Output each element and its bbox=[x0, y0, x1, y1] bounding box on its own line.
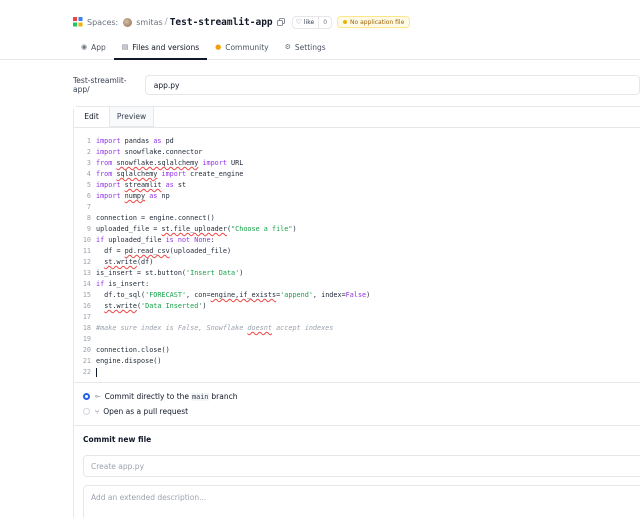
spaces-icon bbox=[73, 17, 83, 27]
code-line: 7 bbox=[74, 202, 640, 213]
line-number: 1 bbox=[86, 137, 91, 145]
gear-icon: ⚙ bbox=[284, 43, 291, 51]
code-line: 6 import numpy as np bbox=[74, 191, 640, 202]
repo-name-link[interactable]: Test-streamlit-app bbox=[170, 17, 273, 28]
radio-commit-direct[interactable] bbox=[83, 393, 90, 400]
line-number: 6 bbox=[86, 192, 91, 200]
divider bbox=[74, 425, 640, 426]
code-line: 2 import snowflake.connector bbox=[74, 147, 640, 158]
owner-link[interactable]: smitas bbox=[136, 18, 162, 27]
code-line: 11 df = pd.read_csv(uploaded_file) bbox=[74, 246, 640, 257]
code-line: 3 from snowflake.sqlalchemy import URL bbox=[74, 158, 640, 169]
repo-tabs: ◉ App ▤ Files and versions ● Community ⚙… bbox=[73, 36, 334, 60]
file-path-row: Test-streamlit-app/ bbox=[73, 75, 640, 95]
commit-description-input[interactable] bbox=[83, 485, 640, 518]
code-line: 10 if uploaded_file is not None: bbox=[74, 235, 640, 246]
avatar bbox=[123, 17, 133, 27]
pull-request-option[interactable]: ⑂ Open as a pull request bbox=[83, 407, 188, 416]
code-line: 22 bbox=[74, 367, 640, 378]
status-badge: No application file bbox=[337, 16, 411, 28]
pull-request-icon: ⑂ bbox=[95, 407, 100, 416]
radio-pull-request[interactable] bbox=[83, 408, 90, 415]
tab-files-label: Files and versions bbox=[132, 42, 200, 52]
line-number: 21 bbox=[82, 357, 91, 365]
commit-direct-suffix: branch bbox=[211, 392, 238, 401]
code-line: 20 connection.close() bbox=[74, 345, 640, 356]
tab-files-and-versions[interactable]: ▤ Files and versions bbox=[113, 36, 208, 60]
status-badge-label: No application file bbox=[350, 18, 405, 26]
files-icon: ▤ bbox=[121, 43, 129, 51]
tab-app-label: App bbox=[91, 42, 106, 52]
line-number: 5 bbox=[86, 181, 91, 189]
heart-icon: ♡ bbox=[295, 18, 302, 26]
code-line: 1 import pandas as pd bbox=[74, 136, 640, 147]
code-line: 12 st.write(df) bbox=[74, 257, 640, 268]
code-line: 16 st.write('Data Inserted') bbox=[74, 301, 640, 312]
divider bbox=[74, 382, 640, 383]
commit-direct-label: Commit directly to the bbox=[104, 392, 190, 401]
line-number: 16 bbox=[82, 302, 91, 310]
code-line: 17 bbox=[74, 312, 640, 323]
branch-name: main bbox=[191, 392, 210, 401]
editor-tabs: Edit Preview bbox=[74, 107, 154, 127]
line-number: 8 bbox=[86, 214, 91, 222]
community-icon: ● bbox=[215, 43, 222, 51]
tab-settings-label: Settings bbox=[294, 42, 326, 52]
commit-direct-option[interactable]: ⟜ Commit directly to the main branch bbox=[83, 392, 237, 401]
line-number: 19 bbox=[82, 335, 91, 343]
line-number: 11 bbox=[82, 247, 91, 255]
like-button[interactable]: ♡ like 0 bbox=[291, 15, 333, 29]
tab-app[interactable]: ◉ App bbox=[73, 36, 114, 58]
line-number: 17 bbox=[82, 313, 91, 321]
path-prefix: Test-streamlit-app/ bbox=[73, 76, 127, 94]
code-line: 21 engine.dispose() bbox=[74, 356, 640, 367]
breadcrumb: Spaces: smitas / Test-streamlit-app ♡ li… bbox=[73, 15, 411, 29]
code-line: 13 is_insert = st.button('Insert Data') bbox=[74, 268, 640, 279]
line-number: 13 bbox=[82, 269, 91, 277]
tab-edit[interactable]: Edit bbox=[74, 107, 110, 127]
text-cursor bbox=[96, 367, 97, 377]
line-number: 22 bbox=[82, 368, 91, 376]
line-number: 2 bbox=[86, 148, 91, 156]
like-label: like bbox=[303, 18, 315, 26]
line-number: 4 bbox=[86, 170, 91, 178]
code-line: 4 from sqlalchemy import create_engine bbox=[74, 169, 640, 180]
status-dot-icon bbox=[343, 20, 348, 24]
code-line: 15 df.to_sql('FORECAST', con=engine,if_e… bbox=[74, 290, 640, 301]
commit-summary-input[interactable] bbox=[83, 455, 640, 477]
tab-community-label: Community bbox=[225, 42, 269, 52]
line-number: 14 bbox=[82, 280, 91, 288]
filename-input[interactable] bbox=[144, 75, 640, 95]
pull-request-label: Open as a pull request bbox=[103, 407, 189, 416]
copy-icon[interactable] bbox=[276, 18, 285, 26]
app-icon: ◉ bbox=[81, 43, 88, 51]
like-count: 0 bbox=[318, 16, 331, 28]
editor-card: Edit Preview 1 import pandas as pd 2 impor… bbox=[73, 106, 640, 518]
commit-section-title: Commit new file bbox=[83, 435, 152, 444]
code-line: 8 connection = engine.connect() bbox=[74, 213, 640, 224]
code-line: 19 bbox=[74, 334, 640, 345]
line-number: 9 bbox=[86, 225, 91, 233]
line-number: 15 bbox=[82, 291, 91, 299]
line-number: 10 bbox=[82, 236, 91, 244]
line-number: 7 bbox=[86, 203, 91, 211]
code-line: 14 if is_insert: bbox=[74, 279, 640, 290]
tab-preview[interactable]: Preview bbox=[110, 107, 154, 127]
code-editor[interactable]: 1 import pandas as pd 2 import snowflake.c… bbox=[74, 136, 640, 378]
tab-settings[interactable]: ⚙ Settings bbox=[277, 36, 334, 58]
commit-icon: ⟜ bbox=[95, 392, 101, 400]
tab-community[interactable]: ● Community bbox=[207, 36, 277, 58]
code-line: 5 import streamlit as st bbox=[74, 180, 640, 191]
line-number: 3 bbox=[86, 159, 91, 167]
code-line: 9 uploaded_file = st.file_uploader("Choos… bbox=[74, 224, 640, 235]
tab-divider bbox=[74, 127, 640, 128]
breadcrumb-separator: / bbox=[164, 17, 168, 27]
spaces-link[interactable]: Spaces: bbox=[87, 18, 118, 27]
line-number: 20 bbox=[82, 346, 91, 354]
line-number: 12 bbox=[82, 258, 91, 266]
top-bar: Spaces: smitas / Test-streamlit-app ♡ li… bbox=[0, 0, 640, 60]
code-line: 18 #make sure index is False, Snowflake d… bbox=[74, 323, 640, 334]
line-number: 18 bbox=[82, 324, 91, 332]
